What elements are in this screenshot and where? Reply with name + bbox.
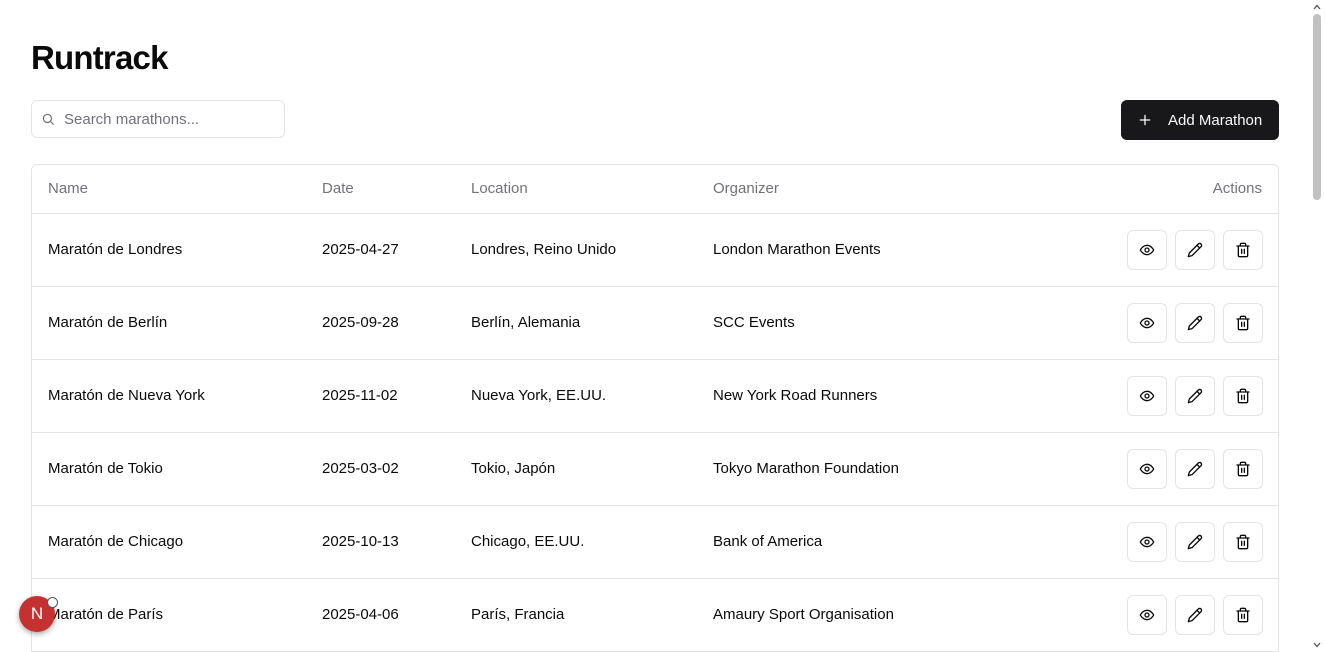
pencil-icon	[1187, 461, 1203, 477]
cell-name: Maratón de Berlín	[48, 314, 168, 331]
cell-location: Nueva York, EE.UU.	[471, 387, 607, 404]
marathons-table: Name Date Location Organizer Actions Mar…	[31, 164, 1279, 652]
view-button[interactable]	[1127, 230, 1167, 270]
trash-icon	[1235, 461, 1251, 477]
delete-button[interactable]	[1223, 230, 1263, 270]
trash-icon	[1235, 388, 1251, 404]
header-date[interactable]: Date	[322, 165, 354, 213]
header-name[interactable]: Name	[48, 165, 88, 213]
cell-location: Chicago, EE.UU.	[471, 533, 585, 550]
cell-location: París, Francia	[471, 606, 565, 623]
cell-organizer: Tokyo Marathon Foundation	[713, 460, 899, 477]
delete-button[interactable]	[1223, 376, 1263, 416]
pencil-icon	[1187, 534, 1203, 550]
edit-button[interactable]	[1175, 522, 1215, 562]
row-actions	[1127, 230, 1263, 270]
cell-name: Maratón de Nueva York	[48, 387, 205, 404]
search-box[interactable]	[31, 100, 285, 138]
cell-organizer: New York Road Runners	[713, 387, 878, 404]
cell-date: 2025-04-27	[322, 241, 399, 258]
pencil-icon	[1187, 242, 1203, 258]
eye-icon	[1139, 388, 1155, 404]
dev-tools-badge-label: N	[30, 604, 44, 623]
view-button[interactable]	[1127, 303, 1167, 343]
row-actions	[1127, 376, 1263, 416]
edit-button[interactable]	[1175, 595, 1215, 635]
cell-organizer: Amaury Sport Organisation	[713, 606, 894, 623]
cell-name: Maratón de París	[48, 606, 164, 623]
cell-organizer: Bank of America	[713, 533, 823, 550]
cell-date: 2025-10-13	[322, 533, 399, 550]
scroll-up-arrow-icon[interactable]	[1312, 2, 1322, 12]
row-actions	[1127, 595, 1263, 635]
pencil-icon	[1187, 388, 1203, 404]
badge-indicator-dot	[47, 597, 58, 608]
page-title: Runtrack	[31, 39, 168, 76]
table-row[interactable]: Maratón de Chicago 2025-10-13 Chicago, EE.…	[32, 506, 1278, 579]
view-button[interactable]	[1127, 595, 1167, 635]
delete-button[interactable]	[1223, 303, 1263, 343]
trash-icon	[1235, 315, 1251, 331]
delete-button[interactable]	[1223, 449, 1263, 489]
delete-button[interactable]	[1223, 522, 1263, 562]
trash-icon	[1235, 534, 1251, 550]
table-row[interactable]: Maratón de Berlín 2025-09-28 Berlín, Alema…	[32, 287, 1278, 360]
scrollbar-thumb[interactable]	[1313, 14, 1321, 200]
add-marathon-label: Add Marathon	[1168, 111, 1263, 129]
pencil-icon	[1187, 607, 1203, 623]
row-actions	[1127, 522, 1263, 562]
search-icon	[41, 112, 55, 126]
view-button[interactable]	[1127, 376, 1167, 416]
cell-organizer: SCC Events	[713, 314, 795, 331]
scroll-down-arrow-icon[interactable]	[1312, 640, 1322, 650]
eye-icon	[1139, 461, 1155, 477]
row-actions	[1127, 303, 1263, 343]
app-page: Runtrack Add Marathon Name Date Location…	[0, 0, 1309, 652]
view-button[interactable]	[1127, 449, 1167, 489]
eye-icon	[1139, 315, 1155, 331]
cell-name: Maratón de Tokio	[48, 460, 163, 477]
table-body: Maratón de Londres 2025-04-27 Londres, Rei…	[32, 214, 1278, 652]
trash-icon	[1235, 242, 1251, 258]
cell-date: 2025-11-02	[322, 387, 398, 404]
delete-button[interactable]	[1223, 595, 1263, 635]
trash-icon	[1235, 607, 1251, 623]
table-row[interactable]: Maratón de Tokio 2025-03-02 Tokio, Japón To…	[32, 433, 1278, 506]
cell-date: 2025-03-02	[322, 460, 399, 477]
table-row[interactable]: Maratón de París 2025-04-06 París, Francia…	[32, 579, 1278, 652]
cell-name: Maratón de Londres	[48, 241, 183, 258]
cell-location: Tokio, Japón	[471, 460, 556, 477]
header-location[interactable]: Location	[471, 165, 528, 213]
table-header: Name Date Location Organizer Actions	[32, 165, 1278, 214]
cell-date: 2025-09-28	[322, 314, 399, 331]
plus-icon	[1138, 113, 1152, 127]
eye-icon	[1139, 607, 1155, 623]
add-marathon-button[interactable]: Add Marathon	[1121, 100, 1279, 140]
edit-button[interactable]	[1175, 449, 1215, 489]
cell-name: Maratón de Chicago	[48, 533, 184, 550]
header-organizer[interactable]: Organizer	[713, 165, 779, 213]
edit-button[interactable]	[1175, 230, 1215, 270]
view-button[interactable]	[1127, 522, 1167, 562]
vertical-scrollbar[interactable]	[1309, 0, 1325, 652]
row-actions	[1127, 449, 1263, 489]
table-row[interactable]: Maratón de Londres 2025-04-27 Londres, Rei…	[32, 214, 1278, 287]
search-input[interactable]	[64, 110, 264, 128]
eye-icon	[1139, 534, 1155, 550]
edit-button[interactable]	[1175, 303, 1215, 343]
table-row[interactable]: Maratón de Nueva York 2025-11-02 Nueva Yor…	[32, 360, 1278, 433]
cell-organizer: London Marathon Events	[713, 241, 881, 258]
cell-location: Londres, Reino Unido	[471, 241, 617, 258]
cell-date: 2025-04-06	[322, 606, 399, 623]
edit-button[interactable]	[1175, 376, 1215, 416]
eye-icon	[1139, 242, 1155, 258]
header-actions: Actions	[1212, 180, 1262, 197]
cell-location: Berlín, Alemania	[471, 314, 581, 331]
pencil-icon	[1187, 315, 1203, 331]
